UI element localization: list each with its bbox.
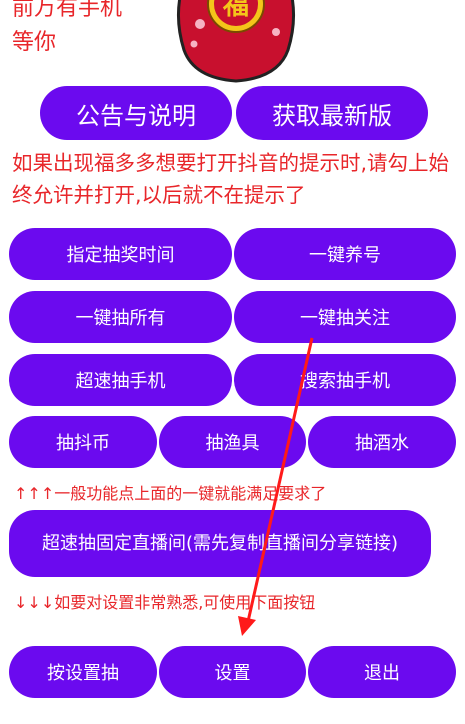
hint-up-text: ↑↑↑一般功能点上面的一键就能满足要求了 bbox=[14, 484, 327, 503]
fixed-live-room-button[interactable]: 超速抽固定直播间(需先复制直播间分享链接) bbox=[9, 510, 431, 577]
draw-by-settings-button[interactable]: 按设置抽 bbox=[9, 646, 157, 698]
intro-line-2: 等你 bbox=[12, 30, 57, 55]
intro-line-1: 前万有手机 bbox=[12, 0, 123, 21]
exit-button[interactable]: 退出 bbox=[308, 646, 456, 698]
settings-button[interactable]: 设置 bbox=[159, 646, 306, 698]
schedule-draw-button[interactable]: 指定抽奖时间 bbox=[9, 228, 232, 280]
hint-down-text: ↓↓↓如要对设置非常熟悉,可使用下面按钮 bbox=[14, 593, 316, 612]
latest-version-button[interactable]: 获取最新版 bbox=[236, 86, 428, 140]
draw-coins-button[interactable]: 抽抖币 bbox=[9, 416, 157, 468]
draw-fishing-button[interactable]: 抽渔具 bbox=[159, 416, 306, 468]
notice-text: 如果出现福多多想要打开抖音的提示时,请勾上始终允许并打开,以后就不在提示了 bbox=[12, 151, 450, 207]
draw-liquor-button[interactable]: 抽酒水 bbox=[308, 416, 456, 468]
intro-text: 前万有手机 等你 bbox=[12, 0, 122, 60]
fu-character: 福 bbox=[222, 0, 249, 21]
lucky-bag-image: 福 bbox=[177, 0, 295, 83]
nurture-account-button[interactable]: 一键养号 bbox=[234, 228, 456, 280]
search-draw-phone-button[interactable]: 搜索抽手机 bbox=[234, 354, 456, 406]
announcement-button[interactable]: 公告与说明 bbox=[40, 86, 232, 140]
fast-draw-phone-button[interactable]: 超速抽手机 bbox=[9, 354, 232, 406]
draw-all-button[interactable]: 一键抽所有 bbox=[9, 291, 232, 343]
draw-follow-button[interactable]: 一键抽关注 bbox=[234, 291, 456, 343]
